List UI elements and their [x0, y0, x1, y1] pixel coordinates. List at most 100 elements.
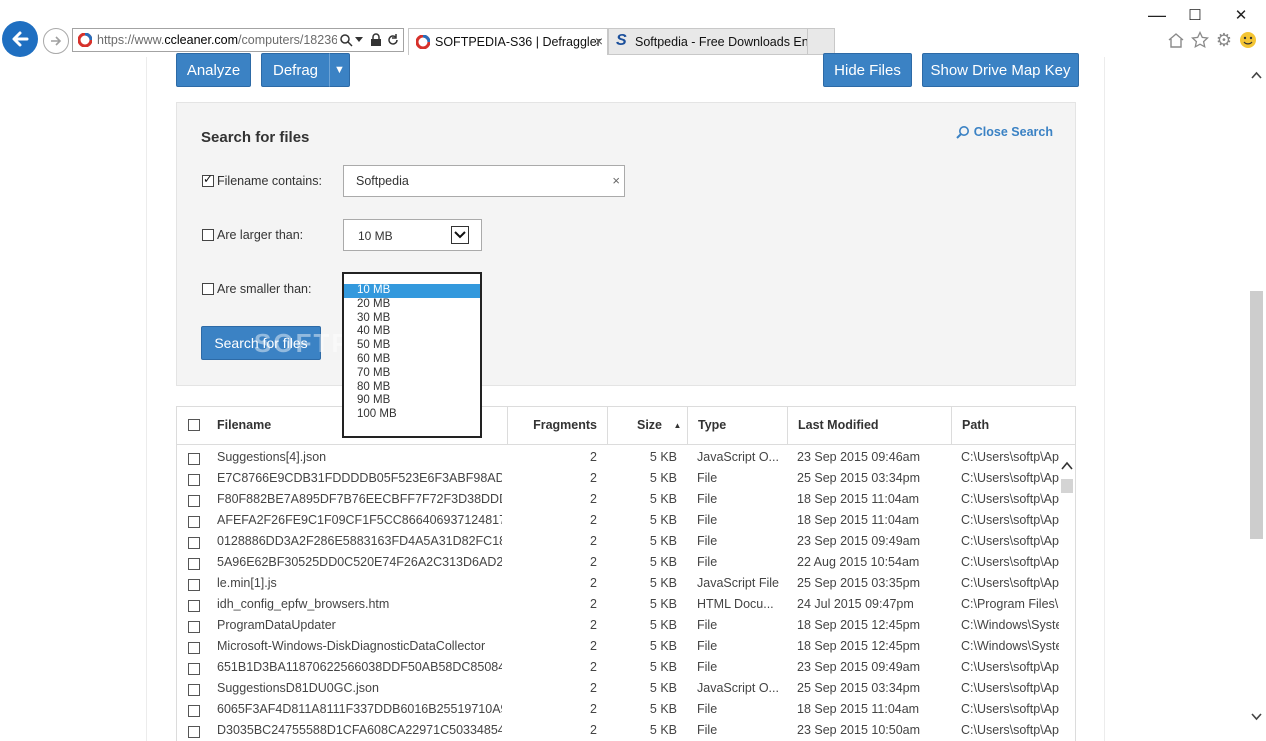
row-checkbox[interactable] — [188, 600, 200, 612]
chevron-down-icon[interactable] — [355, 37, 363, 43]
cell-modified: 23 Sep 2015 09:46am — [797, 450, 921, 464]
scroll-up-chevron-icon[interactable] — [1061, 461, 1073, 470]
search-icon[interactable] — [339, 33, 353, 47]
column-header-type[interactable]: Type — [687, 407, 787, 444]
dropdown-option[interactable]: 80 MB — [344, 381, 480, 395]
cell-modified: 25 Sep 2015 03:35pm — [797, 576, 921, 590]
table-row[interactable]: D3035BC24755588D1CFA608CA22971C50334854 2… — [177, 721, 1060, 741]
dropdown-option[interactable]: 60 MB — [344, 353, 480, 367]
cell-modified: 18 Sep 2015 11:04am — [797, 702, 920, 716]
table-scrollbar[interactable] — [1059, 445, 1075, 741]
close-search-link[interactable]: Close Search — [956, 125, 1053, 139]
dropdown-option[interactable]: 30 MB — [344, 312, 480, 326]
table-row[interactable]: SuggestionsD81DU0GC.json 2 5 KB JavaScript … — [177, 679, 1060, 700]
favorites-star-icon[interactable] — [1190, 30, 1210, 50]
table-row[interactable]: 0128886DD3A2F286E5883163FD4A5A31D82FC18F… — [177, 532, 1060, 553]
window-scrollbar[interactable] — [1247, 57, 1266, 741]
row-checkbox[interactable] — [188, 705, 200, 717]
cell-size: 5 KB — [649, 681, 677, 695]
select-all-checkbox[interactable] — [188, 419, 200, 431]
refresh-icon[interactable] — [386, 33, 400, 47]
lock-icon[interactable] — [370, 33, 382, 47]
tab-defraggler[interactable]: SOFTPEDIA-S36 | Defraggler × — [408, 28, 608, 55]
larger-than-select[interactable]: 10 MB — [343, 219, 482, 251]
dropdown-option[interactable]: 40 MB — [344, 325, 480, 339]
analyze-button[interactable]: Analyze — [176, 53, 251, 87]
cell-size: 5 KB — [649, 597, 677, 611]
back-button[interactable] — [2, 21, 38, 57]
scroll-up-chevron-icon[interactable] — [1251, 71, 1262, 79]
filename-search-input[interactable]: Softpedia × — [343, 165, 625, 197]
filename-contains-checkbox[interactable] — [202, 172, 214, 187]
column-header-last-modified[interactable]: Last Modified — [787, 407, 951, 444]
defrag-button[interactable]: Defrag — [261, 53, 329, 87]
feedback-smiley-icon[interactable] — [1238, 30, 1258, 50]
table-row[interactable]: 6065F3AF4D811A8111F337DDB6016B25519710A9… — [177, 700, 1060, 721]
column-header-size[interactable]: Size ▲ — [607, 407, 687, 444]
dropdown-option[interactable]: 70 MB — [344, 367, 480, 381]
smaller-than-dropdown-list[interactable]: 10 MB 20 MB 30 MB 40 MB 50 MB 60 MB 70 MB 80 MB… — [342, 272, 482, 438]
close-window-button[interactable]: ✕ — [1218, 0, 1264, 30]
row-checkbox[interactable] — [188, 642, 200, 654]
table-row[interactable]: ProgramDataUpdater 2 5 KB File 18 Sep 2015 1… — [177, 616, 1060, 637]
cell-fragments: 2 — [590, 471, 597, 485]
dropdown-option[interactable]: 100 MB — [344, 408, 480, 422]
cell-filename: D3035BC24755588D1CFA608CA22971C50334854 — [217, 723, 502, 737]
row-checkbox[interactable] — [188, 453, 200, 465]
ccleaner-favicon-icon — [78, 33, 92, 47]
table-row[interactable]: Suggestions[4].json 2 5 KB JavaScript O... 2… — [177, 448, 1060, 469]
cell-fragments: 2 — [590, 513, 597, 527]
row-checkbox[interactable] — [188, 516, 200, 528]
table-row[interactable]: 5A96E62BF30525DD0C520E74F26A2C313D6AD21D… — [177, 553, 1060, 574]
page-edge-left — [146, 57, 147, 741]
tab-softpedia[interactable]: S Softpedia - Free Downloads En... — [608, 28, 808, 55]
dropdown-option[interactable]: 50 MB — [344, 339, 480, 353]
cell-filename: Microsoft-Windows-DiskDiagnosticDataColl… — [217, 639, 486, 653]
row-checkbox[interactable] — [188, 495, 200, 507]
search-for-files-button[interactable]: Search for files — [201, 326, 321, 360]
scroll-down-chevron-icon[interactable] — [1251, 713, 1262, 721]
defrag-options-dropdown[interactable]: ▼ — [329, 53, 350, 87]
table-row[interactable]: F80F882BE7A895DF7B76EECBFF7F72F3D38DDDC6… — [177, 490, 1060, 511]
table-header: Filename Fragments Size ▲ Type Last Modi… — [177, 407, 1075, 445]
window-scrollbar-thumb[interactable] — [1250, 291, 1263, 539]
settings-gear-icon[interactable]: ⚙ — [1214, 30, 1234, 50]
row-checkbox[interactable] — [188, 726, 200, 738]
row-checkbox[interactable] — [188, 537, 200, 549]
table-row[interactable]: E7C8766E9CDB31FDDDDB05F523E6F3ABF98ADBCF… — [177, 469, 1060, 490]
maximize-button[interactable]: ☐ — [1172, 0, 1218, 30]
new-tab-button[interactable] — [808, 28, 835, 55]
row-checkbox[interactable] — [188, 558, 200, 570]
cell-type: JavaScript File — [697, 576, 779, 590]
larger-than-checkbox[interactable] — [202, 229, 214, 241]
row-checkbox[interactable] — [188, 663, 200, 675]
dropdown-option[interactable]: 90 MB — [344, 394, 480, 408]
hide-files-button[interactable]: Hide Files — [823, 53, 912, 87]
forward-button[interactable] — [43, 28, 69, 54]
table-row[interactable]: idh_config_epfw_browsers.htm 2 5 KB HTML Do… — [177, 595, 1060, 616]
forward-arrow-icon — [51, 36, 62, 46]
home-icon[interactable] — [1166, 30, 1186, 50]
dropdown-option[interactable]: 20 MB — [344, 298, 480, 312]
cell-filename: Suggestions[4].json — [217, 450, 327, 464]
show-drive-map-key-button[interactable]: Show Drive Map Key — [922, 53, 1079, 87]
tab-close-button[interactable]: × — [595, 33, 603, 49]
cell-path: C:\Windows\Syster — [961, 618, 1059, 632]
row-checkbox[interactable] — [188, 621, 200, 633]
row-checkbox[interactable] — [188, 684, 200, 696]
address-bar[interactable]: https://www.ccleaner.com/computers/18236 — [72, 28, 404, 52]
table-row[interactable]: le.min[1].js 2 5 KB JavaScript File 25 Sep 2… — [177, 574, 1060, 595]
table-scrollbar-thumb[interactable] — [1061, 479, 1073, 493]
cell-filename: 0128886DD3A2F286E5883163FD4A5A31D82FC18F — [217, 534, 502, 548]
clear-input-button[interactable]: × — [612, 173, 620, 188]
table-row[interactable]: Microsoft-Windows-DiskDiagnosticDataColl… — [177, 637, 1060, 658]
table-row[interactable]: AFEFA2F26FE9C1F09CF1F5CC8664069371248177… — [177, 511, 1060, 532]
row-checkbox[interactable] — [188, 579, 200, 591]
column-header-fragments[interactable]: Fragments — [507, 407, 607, 444]
dropdown-option[interactable]: 10 MB — [344, 284, 480, 298]
table-row[interactable]: 651B1D3BA11870622566038DDF50AB58DC850846… — [177, 658, 1060, 679]
column-header-path[interactable]: Path — [951, 407, 1075, 444]
address-url: https://www.ccleaner.com/computers/18236 — [97, 33, 337, 47]
row-checkbox[interactable] — [188, 474, 200, 486]
smaller-than-checkbox[interactable] — [202, 283, 214, 295]
